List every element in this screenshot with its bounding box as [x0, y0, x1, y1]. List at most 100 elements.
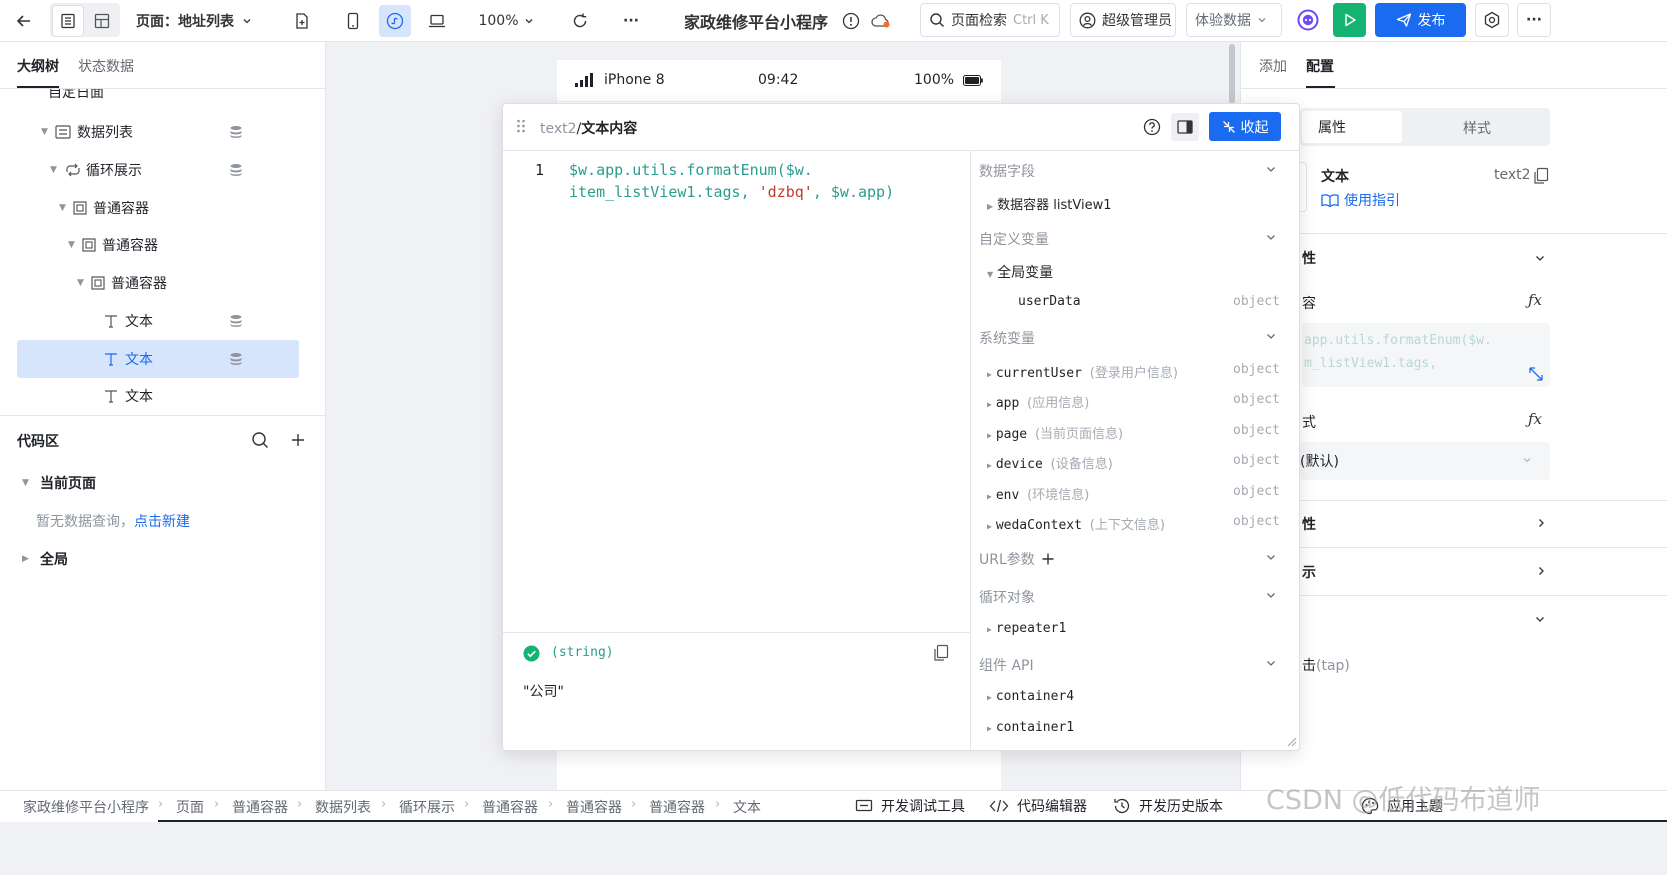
app-theme-button[interactable]: 应用主题	[1361, 796, 1443, 816]
section-system-vars[interactable]: 系统变量	[979, 328, 1035, 348]
fx-icon[interactable]: ƒx	[1528, 291, 1542, 309]
var-page[interactable]: ▶ page (当前页面信息)	[987, 423, 1123, 442]
tab-outline-tree[interactable]: 大纲树	[17, 56, 59, 76]
subtab-style[interactable]: 样式	[1463, 118, 1491, 138]
collapse-button[interactable]: 收起	[1209, 112, 1281, 141]
var-container4[interactable]: ▶ container4	[987, 689, 1074, 704]
chevron-down-icon[interactable]	[1265, 657, 1277, 669]
format-select[interactable]: (默认)	[1300, 442, 1550, 480]
data-mode-select[interactable]: 体验数据	[1186, 3, 1282, 37]
dev-debug-tool-button[interactable]: 开发调试工具	[855, 796, 965, 816]
copy-icon[interactable]	[933, 644, 949, 662]
back-arrow-icon[interactable]	[8, 5, 40, 37]
help-icon[interactable]	[1143, 118, 1161, 136]
expand-icon[interactable]	[1528, 366, 1544, 382]
var-global-group[interactable]: ▼ 全局变量	[987, 262, 1053, 282]
canvas-scrollbar[interactable]	[1229, 44, 1235, 104]
code-current-page[interactable]: ▼ 当前页面	[22, 473, 96, 493]
ai-assistant-icon[interactable]	[1292, 3, 1324, 37]
crumb-container[interactable]: 普通容器	[649, 797, 705, 817]
var-env[interactable]: ▶ env (环境信息)	[987, 484, 1089, 503]
run-preview-button[interactable]	[1333, 3, 1366, 37]
resize-handle-icon[interactable]	[1286, 736, 1297, 747]
var-app[interactable]: ▶ app (应用信息)	[987, 392, 1089, 411]
caret-down-icon[interactable]: ▼	[59, 203, 69, 213]
chevron-right-icon[interactable]	[1535, 565, 1547, 577]
page-list-icon[interactable]	[52, 5, 84, 37]
chevron-down-icon[interactable]	[1265, 589, 1277, 601]
crumb-data-list[interactable]: 数据列表	[315, 797, 371, 817]
section-data-fields[interactable]: 数据字段	[979, 161, 1035, 181]
add-icon[interactable]	[1041, 552, 1055, 566]
drag-handle-icon[interactable]	[516, 118, 526, 134]
page-selector[interactable]: 页面：地址列表	[136, 5, 262, 37]
tree-item-container[interactable]: ▼ 普通容器	[17, 227, 299, 263]
database-icon[interactable]	[229, 352, 243, 366]
caret-down-icon[interactable]: ▼	[41, 127, 51, 137]
tree-item-text-selected[interactable]: 文本	[17, 340, 299, 378]
publish-button[interactable]: 发布	[1375, 3, 1466, 37]
section-basic-props[interactable]: 性	[1302, 248, 1316, 268]
toggle-side-panel-button[interactable]	[1171, 113, 1199, 141]
event-tap[interactable]: 击(tap)	[1302, 655, 1350, 675]
tree-item-text[interactable]: 文本	[17, 378, 299, 414]
pc-view-icon[interactable]	[421, 5, 453, 37]
var-weda-context[interactable]: ▶ wedaContext (上下文信息)	[987, 514, 1165, 533]
more-menu[interactable]: ···	[614, 5, 648, 37]
var-data-container[interactable]: ▶ 数据容器 listView1	[987, 194, 1112, 213]
var-current-user[interactable]: ▶ currentUser (登录用户信息)	[987, 362, 1178, 381]
tree-item-text[interactable]: 文本	[17, 303, 299, 339]
add-icon[interactable]	[289, 431, 307, 449]
tree-item-container[interactable]: ▼ 普通容器	[17, 265, 299, 301]
var-container1[interactable]: ▶ container1	[987, 720, 1074, 735]
breadcrumb-component[interactable]: text2	[540, 121, 577, 137]
copy-icon[interactable]	[1533, 167, 1549, 185]
section-loop-object[interactable]: 循环对象	[979, 587, 1035, 607]
usage-guide-link[interactable]: 使用指引	[1321, 190, 1400, 210]
caret-down-icon[interactable]: ▼	[50, 165, 60, 175]
info-icon[interactable]	[838, 5, 864, 37]
caret-down-icon[interactable]: ▼	[77, 278, 87, 288]
code-editor[interactable]	[503, 151, 970, 632]
chevron-down-icon[interactable]	[1265, 551, 1277, 563]
tab-config[interactable]: 配置	[1306, 56, 1334, 76]
mini-program-view-icon[interactable]	[379, 5, 411, 37]
var-device[interactable]: ▶ device (设备信息)	[987, 453, 1113, 472]
subtab-props[interactable]: 属性	[1302, 111, 1402, 143]
chevron-right-icon[interactable]	[1535, 517, 1547, 529]
database-icon[interactable]	[229, 125, 243, 139]
user-menu-button[interactable]: 超级管理员	[1070, 3, 1176, 37]
refresh-icon[interactable]	[564, 5, 596, 37]
var-user-data[interactable]: userData	[1018, 294, 1081, 309]
crumb-pages[interactable]: 页面	[176, 797, 204, 817]
layout-icon[interactable]	[86, 5, 118, 37]
crumb-loop[interactable]: 循环展示	[399, 797, 455, 817]
database-icon[interactable]	[229, 163, 243, 177]
crumb-container[interactable]: 普通容器	[232, 797, 288, 817]
section-advanced-props[interactable]: 性	[1302, 514, 1316, 534]
section-url-params[interactable]: URL参数	[979, 549, 1055, 569]
tree-item-loop[interactable]: ▼ 循环展示	[17, 152, 299, 188]
tab-state-data[interactable]: 状态数据	[78, 56, 134, 76]
crumb-container[interactable]: 普通容器	[566, 797, 622, 817]
dev-history-button[interactable]: 开发历史版本	[1113, 796, 1223, 816]
tree-item-data-list[interactable]: ▼ 数据列表	[17, 114, 299, 150]
chevron-down-icon[interactable]	[1534, 252, 1546, 264]
more-options-button[interactable]: ···	[1517, 3, 1551, 37]
create-query-link[interactable]: 点击新建	[134, 514, 190, 530]
section-custom-vars[interactable]: 自定义变量	[979, 229, 1049, 249]
tab-add[interactable]: 添加	[1259, 56, 1287, 76]
var-repeater[interactable]: ▶ repeater1	[987, 621, 1066, 636]
crumb-app[interactable]: 家政维修平台小程序	[23, 797, 149, 817]
tree-item-partial[interactable]: 自定日面	[48, 89, 104, 102]
section-display[interactable]: 示	[1302, 562, 1316, 582]
search-icon[interactable]	[251, 431, 269, 449]
crumb-container[interactable]: 普通容器	[482, 797, 538, 817]
code-editor-button[interactable]: 代码编辑器	[989, 796, 1087, 816]
crumb-text[interactable]: 文本	[733, 797, 761, 817]
zoom-selector[interactable]: 100%	[474, 5, 538, 37]
database-icon[interactable]	[229, 314, 243, 328]
tree-item-container[interactable]: ▼ 普通容器	[17, 190, 299, 226]
chevron-down-icon[interactable]	[1265, 163, 1277, 175]
cloud-sync-icon[interactable]	[866, 5, 896, 37]
